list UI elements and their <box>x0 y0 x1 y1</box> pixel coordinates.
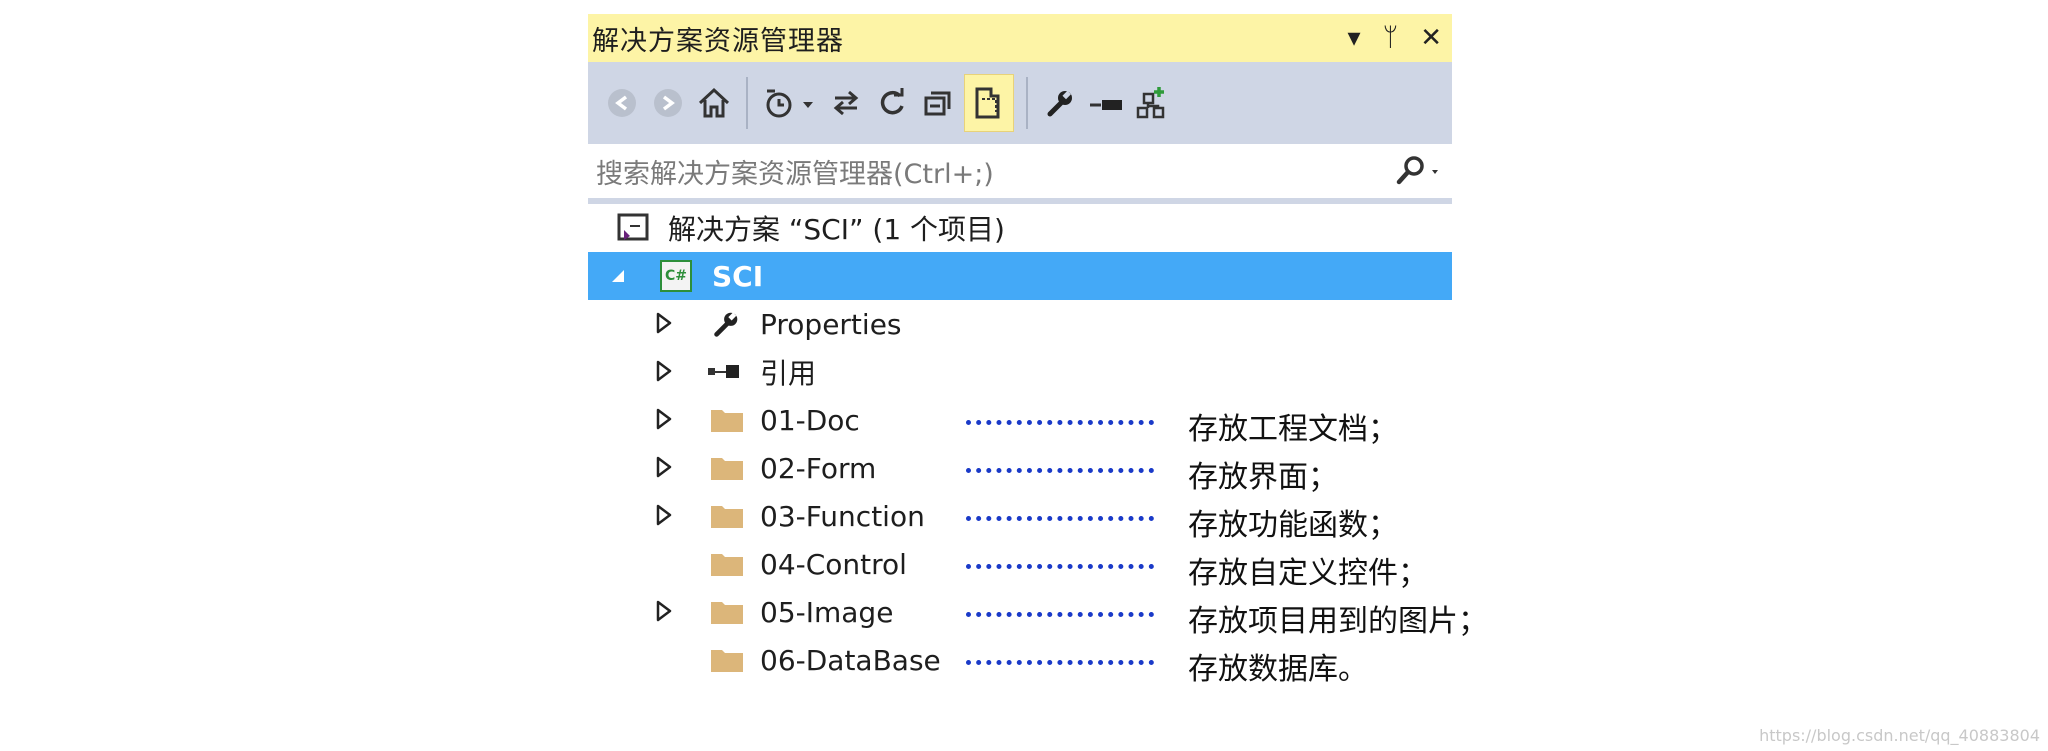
annotation-note: 存放自定义控件； <box>1188 556 1428 591</box>
properties-icon[interactable] <box>1040 75 1080 131</box>
solution-icon <box>616 212 650 248</box>
csharp-project-icon: C# <box>660 260 692 292</box>
references-icon <box>706 362 746 386</box>
solution-node[interactable]: 解决方案 “SCI” (1 个项目) <box>588 204 1452 252</box>
pending-changes-icon[interactable] <box>760 75 820 131</box>
folder-icon <box>710 646 744 678</box>
folder-icon <box>710 454 744 486</box>
expand-arrow-icon[interactable] <box>656 312 672 338</box>
folder-icon <box>710 598 744 630</box>
folder-icon <box>710 550 744 582</box>
annotation-leader <box>966 612 1154 617</box>
search-box[interactable] <box>588 144 1452 204</box>
expand-arrow-icon[interactable] <box>656 360 672 386</box>
preview-icon[interactable] <box>1086 75 1126 131</box>
panel-title: 解决方案资源管理器 <box>592 25 844 57</box>
refresh-icon[interactable] <box>872 75 912 131</box>
forward-icon[interactable] <box>648 75 688 131</box>
expand-arrow-icon[interactable] <box>656 408 672 434</box>
tree-item-label: 01-Doc <box>760 403 860 437</box>
annotation-note: 存放数据库。 <box>1188 652 1368 687</box>
title-bar-controls: ▾ ᛘ ✕ <box>1348 14 1450 62</box>
collapse-all-icon[interactable] <box>918 75 958 131</box>
annotation-leader <box>966 516 1154 521</box>
tree-item-label: 02-Form <box>760 451 877 485</box>
expand-arrow-icon[interactable] <box>656 456 672 482</box>
collapse-triangle-icon[interactable] <box>610 268 626 288</box>
panel-title-bar: 解决方案资源管理器 ▾ ᛘ ✕ <box>588 14 1452 62</box>
annotation-leader <box>966 564 1154 569</box>
sync-icon[interactable] <box>826 75 866 131</box>
project-label: SCI <box>712 259 764 293</box>
new-solution-view-icon[interactable] <box>1132 75 1172 131</box>
expand-arrow-icon[interactable] <box>656 504 672 530</box>
tree-item-references[interactable]: 引用 <box>588 348 1452 396</box>
project-node[interactable]: C# SCI <box>588 252 1452 300</box>
wrench-icon <box>710 308 742 344</box>
tree-item-label: 05-Image <box>760 595 894 629</box>
tree-item-properties[interactable]: Properties <box>588 300 1452 348</box>
folder-icon <box>710 406 744 438</box>
annotation-leader <box>966 660 1154 665</box>
show-all-files-icon[interactable] <box>964 74 1014 132</box>
home-icon[interactable] <box>694 75 734 131</box>
dropdown-icon[interactable]: ▾ <box>1348 25 1361 51</box>
annotation-note: 存放功能函数； <box>1188 508 1398 543</box>
annotation-leader <box>966 468 1154 473</box>
tree-item-label: Properties <box>760 307 902 341</box>
back-icon[interactable] <box>602 75 642 131</box>
toolbar-separator <box>746 77 748 129</box>
annotation-note: 存放项目用到的图片； <box>1188 604 1488 639</box>
close-icon[interactable]: ✕ <box>1420 25 1442 51</box>
annotation-leader <box>966 420 1154 425</box>
watermark: https://blog.csdn.net/qq_40883804 <box>1759 726 2040 745</box>
expand-arrow-icon[interactable] <box>656 600 672 626</box>
toolbar-separator <box>1026 77 1028 129</box>
tree-item-label: 06-DataBase <box>760 643 941 677</box>
tree-item-label: 04-Control <box>760 547 907 581</box>
annotation-note: 存放工程文档； <box>1188 412 1398 447</box>
annotation-note: 存放界面； <box>1188 460 1338 495</box>
pin-icon[interactable]: ᛘ <box>1383 25 1399 51</box>
search-icon[interactable] <box>1394 154 1438 194</box>
solution-label: 解决方案 “SCI” (1 个项目) <box>668 213 1005 246</box>
toolbar <box>588 62 1452 144</box>
tree-item-label: 引用 <box>760 357 817 390</box>
search-input[interactable] <box>594 154 1378 194</box>
folder-icon <box>710 502 744 534</box>
tree-item-label: 03-Function <box>760 499 925 533</box>
